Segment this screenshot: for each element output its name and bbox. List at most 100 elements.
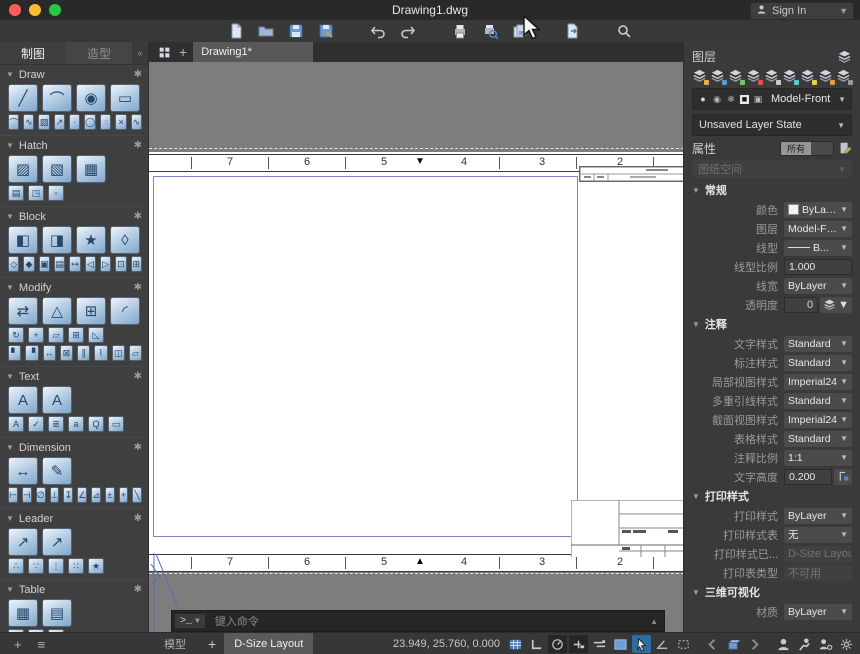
selection-window-icon[interactable] bbox=[674, 635, 693, 653]
leader-edit-tool-icon[interactable]: ↗ bbox=[42, 528, 72, 556]
command-expand-icon[interactable]: ▲ bbox=[650, 617, 658, 626]
filter-selected-button[interactable] bbox=[811, 142, 833, 155]
text-style-tool-icon[interactable]: ≣ bbox=[48, 416, 64, 432]
property-dropdown[interactable]: ByLayer▼ bbox=[784, 604, 852, 620]
text-height-picker-icon[interactable] bbox=[834, 469, 852, 485]
redo-icon[interactable] bbox=[399, 22, 417, 40]
ordinate-tool-icon[interactable]: ↧ bbox=[63, 487, 73, 503]
hatch-edit-tool-icon[interactable]: ▧ bbox=[42, 155, 72, 183]
fillet-tool-icon[interactable]: ◜ bbox=[110, 297, 140, 325]
leader-collect-tool-icon[interactable]: ∷ bbox=[68, 558, 84, 574]
settings-gear-icon[interactable] bbox=[837, 635, 856, 653]
property-input[interactable]: 1.000 bbox=[784, 259, 852, 275]
save-icon[interactable] bbox=[287, 22, 305, 40]
property-dropdown[interactable]: Standard▼ bbox=[784, 431, 852, 447]
note-tool-icon[interactable]: A bbox=[8, 386, 38, 414]
erase-tool-icon[interactable]: ▱ bbox=[129, 345, 142, 361]
layer-manager-icon[interactable] bbox=[692, 68, 708, 84]
hatch-boundary-tool-icon[interactable]: ▦ bbox=[76, 155, 106, 183]
property-input[interactable]: 0.200 bbox=[784, 469, 832, 485]
snap-icon[interactable] bbox=[506, 635, 525, 653]
center-mark-tool-icon[interactable]: + bbox=[119, 487, 129, 503]
palette-section-header[interactable]: ▼Text✱ bbox=[6, 369, 142, 384]
transparency-dropdown[interactable]: ▼ bbox=[820, 297, 852, 313]
selection-cursor-icon[interactable] bbox=[632, 635, 651, 653]
new-tab-button[interactable]: + bbox=[179, 44, 187, 60]
gear-icon[interactable]: ✱ bbox=[134, 282, 142, 293]
freehand-tool-icon[interactable]: ∿ bbox=[131, 114, 142, 130]
table-tool-icon[interactable]: ▦ bbox=[8, 599, 38, 627]
tag-check-tool-icon[interactable]: ◁ bbox=[85, 256, 96, 272]
tolerance-tool-icon[interactable]: ± bbox=[105, 487, 115, 503]
linear-tool-icon[interactable]: ⊢ bbox=[8, 487, 18, 503]
layer-freeze-icon[interactable]: ❄ bbox=[726, 94, 736, 105]
user-settings-icon[interactable] bbox=[816, 635, 835, 653]
search-icon[interactable] bbox=[615, 22, 633, 40]
print-icon[interactable] bbox=[451, 22, 469, 40]
mirror-tool-icon[interactable]: △ bbox=[42, 297, 72, 325]
close-window-button[interactable] bbox=[9, 4, 21, 16]
dimension-edit-tool-icon[interactable]: ✎ bbox=[42, 457, 72, 485]
arc-tool-icon[interactable]: ⌒ bbox=[42, 84, 72, 112]
layer-new-icon[interactable] bbox=[728, 68, 744, 84]
arc-length-tool-icon[interactable]: ⊿ bbox=[91, 487, 101, 503]
leader-tool-icon[interactable]: ↗ bbox=[8, 528, 38, 556]
add-layout-button[interactable]: + bbox=[208, 636, 216, 652]
copy-image-icon[interactable] bbox=[511, 22, 529, 40]
stretch-tool-icon[interactable]: ↔ bbox=[43, 345, 56, 361]
leader-remove-tool-icon[interactable]: ∵ bbox=[28, 558, 44, 574]
zoom-window-button[interactable] bbox=[49, 4, 61, 16]
filter-segment[interactable]: 所有 bbox=[780, 141, 834, 156]
property-dropdown[interactable]: ByLayer▼ bbox=[784, 278, 852, 294]
block-sync-tool-icon[interactable]: ⊞ bbox=[131, 256, 142, 272]
arc-3point-tool-icon[interactable]: ⌒ bbox=[8, 114, 19, 130]
gradient-tool-icon[interactable]: ▤ bbox=[8, 185, 24, 201]
block-copy-tool-icon[interactable]: ◆ bbox=[23, 256, 34, 272]
transparency-stepper[interactable]: 0 bbox=[784, 297, 818, 313]
make-block-tool-icon[interactable]: ◨ bbox=[42, 226, 72, 254]
gear-icon[interactable]: ✱ bbox=[134, 513, 142, 524]
ortho-icon[interactable] bbox=[527, 635, 546, 653]
table-link-tool-icon[interactable]: ▤ bbox=[42, 599, 72, 627]
leader-flash-tool-icon[interactable]: ★ bbox=[88, 558, 104, 574]
hatch-tool-icon[interactable]: ▨ bbox=[8, 155, 38, 183]
block-save-tool-icon[interactable]: ▤ bbox=[54, 256, 65, 272]
layer-delete-icon[interactable] bbox=[746, 68, 762, 84]
layer-freeze-icon[interactable] bbox=[782, 68, 798, 84]
palette-section-header[interactable]: ▼Leader✱ bbox=[6, 511, 142, 526]
ray-tool-icon[interactable]: ↗ bbox=[54, 114, 65, 130]
palette-section-header[interactable]: ▼Table✱ bbox=[6, 582, 142, 597]
sign-in-button[interactable]: Sign In ▼ bbox=[750, 2, 854, 20]
current-layer-dropdown[interactable]: ● ◉ ❄ ■ ▣ Model-Front ▼ bbox=[692, 88, 852, 110]
cross-tool-icon[interactable]: × bbox=[115, 114, 126, 130]
image-tool-icon[interactable]: ◳ bbox=[28, 185, 44, 201]
rectangle-tool-icon[interactable]: ▭ bbox=[110, 84, 140, 112]
spell-check-tool-icon[interactable]: ✓ bbox=[28, 416, 44, 432]
point-tool-icon[interactable]: · bbox=[69, 114, 80, 130]
layer-lock-icon[interactable] bbox=[818, 68, 834, 84]
undo-icon[interactable] bbox=[369, 22, 387, 40]
layer-preview-icon[interactable] bbox=[764, 68, 780, 84]
property-dropdown[interactable]: 无▼ bbox=[784, 527, 852, 543]
axis-tool-icon[interactable]: + bbox=[28, 327, 44, 343]
ellipse-tool-icon[interactable]: ◯ bbox=[84, 114, 96, 130]
aligned-tool-icon[interactable]: ⊣ bbox=[22, 487, 32, 503]
simple-note-tool-icon[interactable]: A bbox=[8, 416, 24, 432]
palette-section-header[interactable]: ▼Modify✱ bbox=[6, 280, 142, 295]
command-prompt-chip[interactable]: >_ ▼ bbox=[175, 614, 205, 628]
gear-icon[interactable]: ✱ bbox=[134, 584, 142, 595]
gear-icon[interactable]: ✱ bbox=[134, 69, 142, 80]
angle-icon[interactable] bbox=[653, 635, 672, 653]
command-input[interactable]: 键入命令 bbox=[215, 613, 259, 629]
text-search-tool-icon[interactable]: Q bbox=[88, 416, 104, 432]
polyline-tool-icon[interactable]: ∿ bbox=[23, 114, 34, 130]
reshape-tool-icon[interactable]: ▱ bbox=[48, 327, 64, 343]
note-edit-tool-icon[interactable]: A bbox=[42, 386, 72, 414]
leader-add-tool-icon[interactable]: ∴ bbox=[8, 558, 24, 574]
layout-viewport[interactable] bbox=[153, 176, 578, 537]
property-dropdown[interactable]: Standard▼ bbox=[784, 355, 852, 371]
quad-tool-icon[interactable]: ⊞ bbox=[68, 327, 84, 343]
rotate-tool-icon[interactable]: ↻ bbox=[8, 327, 24, 343]
tag-tool-icon[interactable]: ◇ bbox=[8, 256, 19, 272]
prev-icon[interactable] bbox=[703, 635, 722, 653]
